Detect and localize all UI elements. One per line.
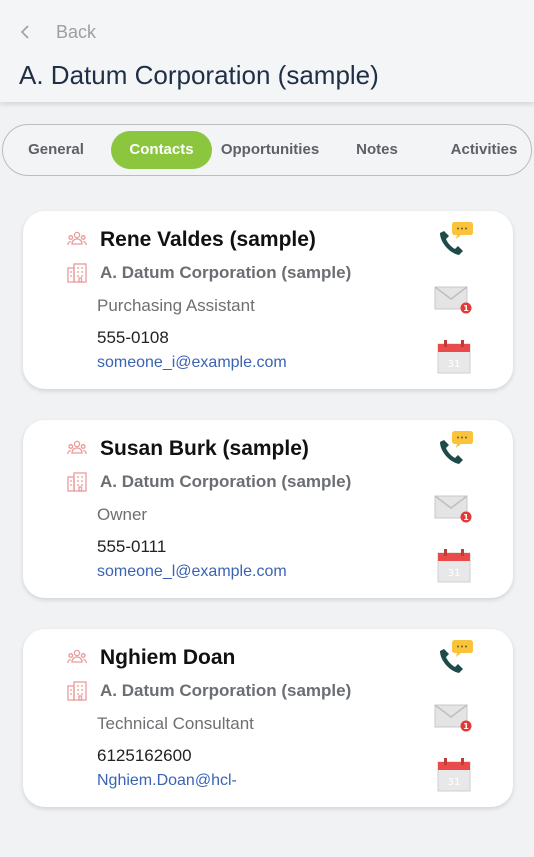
page-title: A. Datum Corporation (sample) (19, 60, 379, 90)
svg-text:1: 1 (463, 722, 469, 731)
building-icon (67, 472, 87, 492)
svg-text:1: 1 (463, 304, 469, 313)
svg-text:31: 31 (448, 359, 461, 370)
phone-call-icon[interactable] (433, 428, 475, 470)
people-icon (67, 649, 87, 664)
tab-activities[interactable]: Activities (441, 131, 527, 169)
chevron-left-icon (20, 25, 29, 39)
svg-text:1: 1 (463, 513, 469, 522)
contact-phone: 6125162600 (97, 746, 192, 765)
envelope-icon[interactable]: 1 (433, 701, 475, 733)
contact-company: A. Datum Corporation (sample) (100, 681, 352, 700)
envelope-icon[interactable]: 1 (433, 283, 475, 315)
tab-general[interactable]: General (13, 131, 99, 169)
tab-bar: General Contacts Opportunities Notes Act… (2, 124, 532, 176)
contact-role: Technical Consultant (97, 714, 254, 733)
back-button[interactable]: Back (18, 18, 96, 46)
contact-name: Rene Valdes (sample) (100, 228, 316, 251)
contact-card[interactable]: Susan Burk (sample) A. Datum Corporation… (23, 420, 513, 598)
contact-name: Susan Burk (sample) (100, 437, 309, 460)
building-icon (67, 263, 87, 283)
contact-role: Purchasing Assistant (97, 296, 255, 315)
people-icon (67, 231, 87, 246)
people-icon (67, 440, 87, 455)
phone-call-icon[interactable] (433, 637, 475, 679)
contact-phone: 555-0111 (97, 537, 167, 556)
contact-card[interactable]: Rene Valdes (sample) A. Datum Corporatio… (23, 211, 513, 389)
back-label: Back (56, 21, 97, 42)
phone-call-icon[interactable] (433, 219, 475, 261)
contact-phone: 555-0108 (97, 328, 169, 347)
tab-opportunities[interactable]: Opportunities (217, 131, 323, 169)
tab-contacts[interactable]: Contacts (111, 131, 212, 169)
building-icon (67, 681, 87, 701)
tab-notes[interactable]: Notes (341, 131, 413, 169)
calendar-icon[interactable]: 31 (435, 546, 473, 584)
contact-company: A. Datum Corporation (sample) (100, 263, 352, 282)
contact-email-link[interactable]: someone_i@example.com (97, 354, 287, 372)
contact-card[interactable]: Nghiem Doan A. Datum Corporation (sample… (23, 629, 513, 807)
calendar-icon[interactable]: 31 (435, 755, 473, 793)
contact-email-link[interactable]: Nghiem.Doan@hcl- (97, 772, 237, 790)
contact-name: Nghiem Doan (100, 646, 236, 669)
envelope-icon[interactable]: 1 (433, 492, 475, 524)
svg-text:31: 31 (448, 777, 461, 788)
calendar-icon[interactable]: 31 (435, 337, 473, 375)
header-bar: Back A. Datum Corporation (sample) (0, 0, 534, 102)
svg-text:31: 31 (448, 568, 461, 579)
contact-company: A. Datum Corporation (sample) (100, 472, 352, 491)
contact-role: Owner (97, 505, 148, 524)
contact-email-link[interactable]: someone_l@example.com (97, 563, 287, 581)
